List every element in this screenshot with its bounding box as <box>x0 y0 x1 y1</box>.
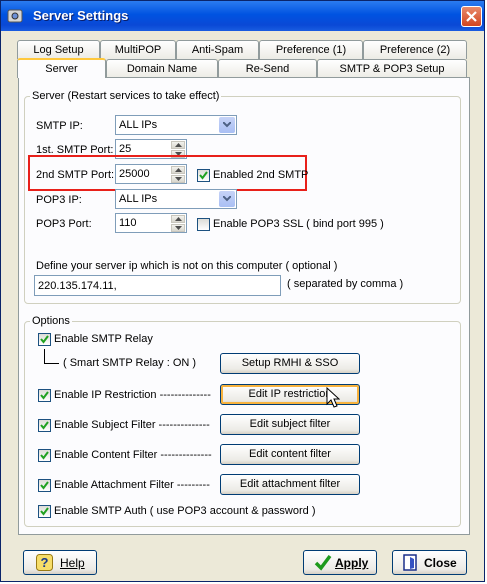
edit-subject-filter-button[interactable]: Edit subject filter <box>220 414 360 435</box>
spin-up-icon[interactable] <box>171 166 185 174</box>
tab-smtp-pop3-setup[interactable]: SMTP & POP3 Setup <box>317 59 467 78</box>
smtp-relay-label: Enable SMTP Relay <box>54 333 153 345</box>
server-group-label: Server (Restart services to take effect) <box>30 90 222 102</box>
define-ip-label: Define your server ip which is not on th… <box>36 260 338 272</box>
content-filter-label: Enable Content Filter -------------- <box>54 449 212 461</box>
door-icon <box>403 554 417 571</box>
checkmark-icon <box>40 481 49 490</box>
enabled-2nd-smtp-checkbox[interactable] <box>197 169 210 182</box>
pop3-ip-value: ALL IPs <box>119 193 158 205</box>
tab-preference-1[interactable]: Preference (1) <box>259 40 363 59</box>
enabled-2nd-smtp-label: Enabled 2nd SMTP <box>213 169 309 181</box>
pop3-ssl-checkbox[interactable] <box>197 218 210 231</box>
apply-button[interactable]: Apply <box>303 550 377 575</box>
svg-text:?: ? <box>41 555 49 570</box>
tab-domain-name[interactable]: Domain Name <box>106 59 218 78</box>
help-button-label: Help <box>60 556 85 570</box>
spin-up-icon[interactable] <box>171 215 185 223</box>
smtp-port1-value: 25 <box>119 143 132 155</box>
help-icon: ? <box>36 554 53 571</box>
smart-relay-status: ( Smart SMTP Relay : ON ) <box>63 357 197 369</box>
subject-filter-checkbox[interactable] <box>38 419 51 432</box>
gear-app-icon <box>7 8 23 24</box>
window-title: Server Settings <box>33 8 129 23</box>
chevron-down-icon[interactable] <box>219 117 235 133</box>
pop3-ip-label: POP3 IP: <box>36 194 82 206</box>
apply-button-label: Apply <box>335 556 369 570</box>
title-bar[interactable]: Server Settings <box>1 1 484 31</box>
spin-up-icon[interactable] <box>171 141 185 149</box>
edit-attachment-filter-button[interactable]: Edit attachment filter <box>220 474 360 495</box>
smtp-port2-label: 2nd SMTP Port: <box>36 169 115 181</box>
smtp-auth-label: Enable SMTP Auth ( use POP3 account & pa… <box>54 505 316 517</box>
tab-anti-spam[interactable]: Anti-Spam <box>176 40 259 59</box>
close-button-label: Close <box>424 556 457 570</box>
ip-restriction-label: Enable IP Restriction -------------- <box>54 389 211 401</box>
window-close-button[interactable] <box>461 6 482 27</box>
close-icon <box>466 11 477 22</box>
setup-rmhi-sso-button[interactable]: Setup RMHI & SSO <box>220 353 360 374</box>
subject-filter-label: Enable Subject Filter -------------- <box>54 419 210 431</box>
checkmark-icon <box>40 451 49 460</box>
checkmark-icon <box>199 171 208 180</box>
smtp-port2-stepper[interactable]: 25000 <box>115 164 187 184</box>
pop3-port-value: 110 <box>119 217 137 229</box>
pop3-ssl-label: Enable POP3 SSL ( bind port 995 ) <box>213 218 384 230</box>
smtp-port2-value: 25000 <box>119 168 150 180</box>
chevron-down-icon[interactable] <box>219 191 235 207</box>
mouse-pointer-icon <box>326 387 340 408</box>
checkmark-icon <box>314 554 332 571</box>
smtp-auth-checkbox[interactable] <box>38 505 51 518</box>
tab-log-setup[interactable]: Log Setup <box>17 40 100 59</box>
pop3-port-label: POP3 Port: <box>36 218 92 230</box>
smtp-ip-select[interactable]: ALL IPs <box>115 115 237 135</box>
help-button[interactable]: ? Help <box>23 550 97 575</box>
checkmark-icon <box>40 507 49 516</box>
tab-server[interactable]: Server <box>17 58 106 78</box>
content-filter-checkbox[interactable] <box>38 449 51 462</box>
server-settings-window: Server Settings Log Setup MultiPOP Anti-… <box>0 0 485 582</box>
smtp-relay-checkbox[interactable] <box>38 333 51 346</box>
attachment-filter-label: Enable Attachment Filter --------- <box>54 479 210 491</box>
spin-down-icon[interactable] <box>171 175 185 183</box>
tab-re-send[interactable]: Re-Send <box>218 59 317 78</box>
smtp-ip-value: ALL IPs <box>119 119 158 131</box>
pop3-port-stepper[interactable]: 110 <box>115 213 187 233</box>
smtp-ip-label: SMTP IP: <box>36 120 83 132</box>
options-group-label: Options <box>30 315 72 327</box>
close-button[interactable]: Close <box>392 550 467 575</box>
ip-restriction-checkbox[interactable] <box>38 389 51 402</box>
server-ip-input[interactable]: 220.135.174.11, <box>34 275 281 296</box>
tab-multipop[interactable]: MultiPOP <box>100 40 176 59</box>
checkmark-icon <box>40 335 49 344</box>
server-ip-value: 220.135.174.11, <box>38 280 117 292</box>
pop3-ip-select[interactable]: ALL IPs <box>115 189 237 209</box>
separated-by-comma-label: ( separated by comma ) <box>287 278 404 290</box>
server-groupbox <box>24 96 461 304</box>
tab-preference-2[interactable]: Preference (2) <box>363 40 467 59</box>
checkmark-icon <box>40 391 49 400</box>
attachment-filter-checkbox[interactable] <box>38 479 51 492</box>
checkmark-icon <box>40 421 49 430</box>
edit-content-filter-button[interactable]: Edit content filter <box>220 444 360 465</box>
spin-down-icon[interactable] <box>171 224 185 232</box>
tree-connector-line <box>44 349 59 364</box>
